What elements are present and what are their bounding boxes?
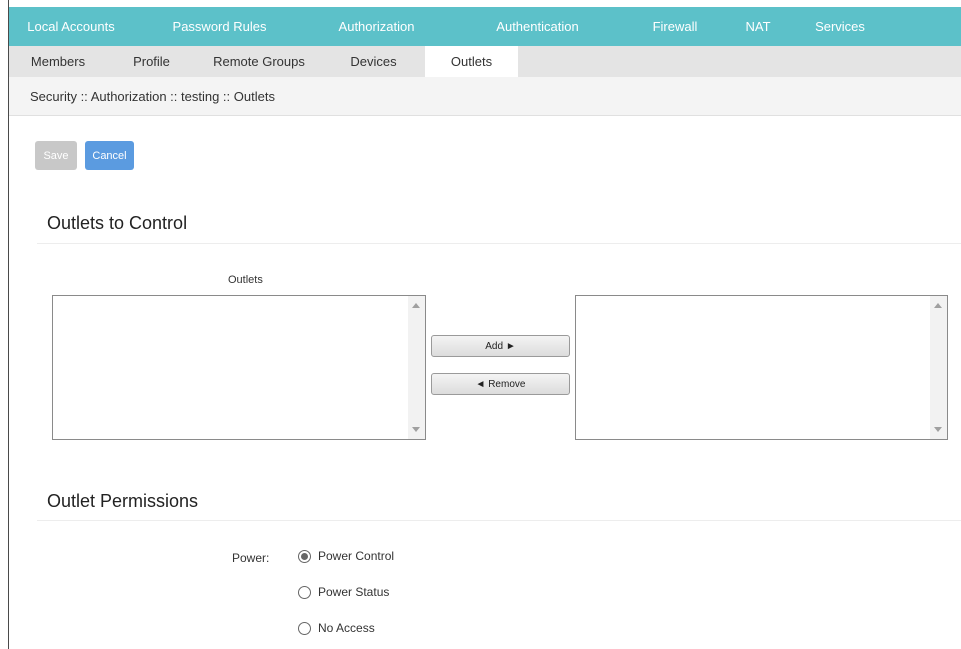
save-button[interactable]: Save <box>35 141 77 170</box>
radio-unchecked-icon[interactable] <box>298 585 311 599</box>
top-tab-bar: Local Accounts Password Rules Authorizat… <box>9 4 961 46</box>
remove-button[interactable]: ◄ Remove <box>431 373 570 395</box>
subtab-outlets[interactable]: Outlets <box>425 46 518 77</box>
radio-label: Power Status <box>318 585 390 599</box>
sub-tab-bar: Members Profile Remote Groups Devices Ou… <box>9 46 961 77</box>
tab-authentication[interactable]: Authentication <box>447 7 628 46</box>
radio-option-power-control[interactable]: Power Control <box>298 549 394 563</box>
breadcrumb: Security :: Authorization :: testing :: … <box>9 77 961 116</box>
tab-authorization[interactable]: Authorization <box>306 4 447 46</box>
scroll-up-icon[interactable] <box>412 303 420 308</box>
tab-firewall[interactable]: Firewall <box>628 7 722 46</box>
section-divider <box>37 520 961 521</box>
scroll-down-icon[interactable] <box>934 427 942 432</box>
selected-outlets-list[interactable] <box>575 295 948 440</box>
subtab-members[interactable]: Members <box>9 46 107 77</box>
scrollbar[interactable] <box>408 296 425 439</box>
add-button[interactable]: Add ► <box>431 335 570 357</box>
radio-unchecked-icon[interactable] <box>298 621 311 635</box>
tab-nat[interactable]: NAT <box>722 7 794 46</box>
subtab-remote-groups[interactable]: Remote Groups <box>196 46 322 77</box>
radio-label: Power Control <box>318 549 395 563</box>
radio-option-power-status[interactable]: Power Status <box>298 585 389 599</box>
scroll-down-icon[interactable] <box>412 427 420 432</box>
outlets-list-label: Outlets <box>228 274 263 286</box>
top-right-gap <box>955 0 961 7</box>
cancel-button[interactable]: Cancel <box>85 141 134 170</box>
subtab-profile[interactable]: Profile <box>107 46 196 77</box>
subtab-devices[interactable]: Devices <box>322 46 425 77</box>
power-label: Power: <box>232 551 270 565</box>
scroll-up-icon[interactable] <box>934 303 942 308</box>
available-outlets-list[interactable] <box>52 295 426 440</box>
scrollbar[interactable] <box>930 296 947 439</box>
permissions-section-title: Outlet Permissions <box>47 491 199 511</box>
tab-services[interactable]: Services <box>794 7 886 46</box>
tab-password-rules[interactable]: Password Rules <box>133 7 306 46</box>
radio-label: No Access <box>318 621 375 635</box>
section-divider <box>37 243 961 244</box>
outlets-section-title: Outlets to Control <box>47 213 188 233</box>
tab-local-accounts[interactable]: Local Accounts <box>9 7 133 46</box>
radio-option-no-access[interactable]: No Access <box>298 621 375 635</box>
radio-checked-icon[interactable] <box>298 549 311 563</box>
